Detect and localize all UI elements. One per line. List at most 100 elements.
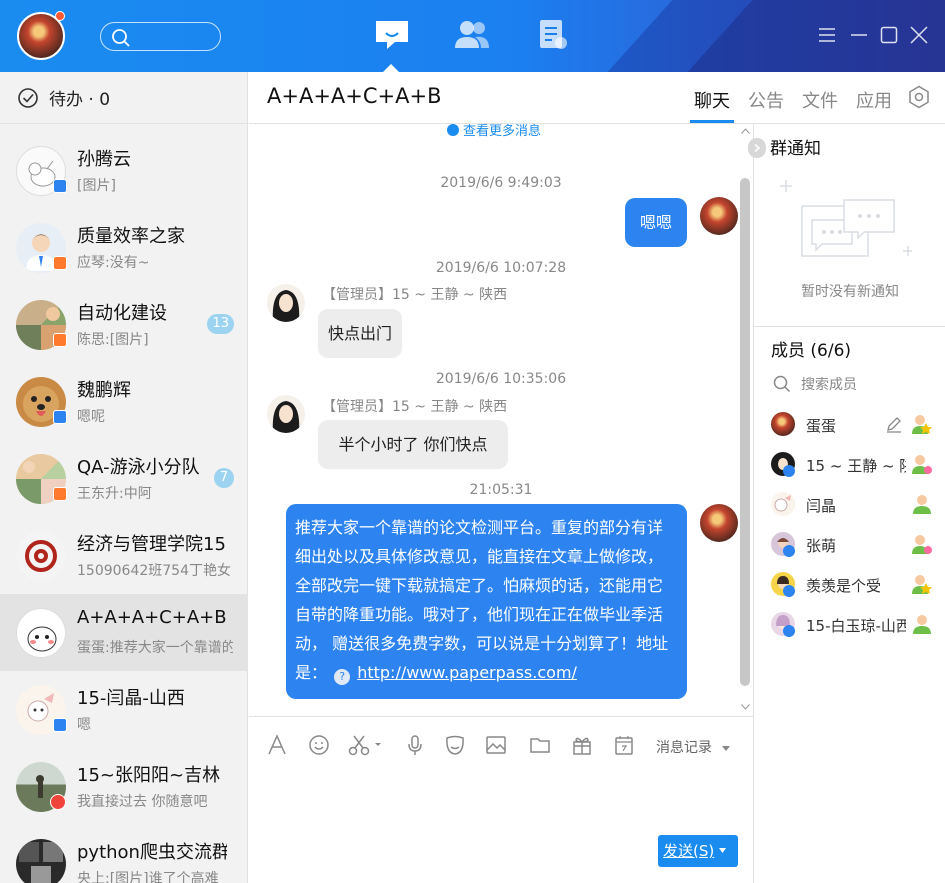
message-bubble: 嗯嗯 [625,198,687,247]
calendar-icon[interactable] [613,734,635,756]
clock-icon [447,124,459,136]
menu-icon[interactable] [816,24,838,46]
chat-header: A+A+A+C+A+B 聊天 公告 文件 应用 [249,72,945,124]
device-icon [783,585,795,597]
title-bar [0,0,945,72]
admin-icon [912,455,932,474]
conversation-name: 魏鹏辉 [77,380,131,401]
message-composer[interactable]: 消息记录 发送(S) [249,716,753,883]
conversation-item[interactable]: 15-闫晶-山西 嗯 [0,671,248,748]
message-list: 查看更多消息 2019/6/6 9:49:03 嗯嗯 2019/6/6 10:0… [249,124,753,716]
conversation-item[interactable]: 经济与管理学院15 15090642班754丁艳女 [0,517,248,594]
notice-title: 群通知 [770,139,821,159]
voice-icon[interactable] [404,734,426,756]
do-not-disturb-icon [50,794,66,810]
search-input[interactable] [100,22,221,51]
member-item[interactable]: 蛋蛋 [771,409,941,439]
my-avatar[interactable] [700,504,738,542]
chevron-down-icon[interactable] [719,848,726,853]
conversation-item[interactable]: QA-游泳小分队 王东升:中阿 7 [0,440,248,517]
conversation-preview: 王东升:中阿 [77,486,152,502]
message-history-button[interactable]: 消息记录 [656,737,730,757]
empty-notice-text: 暂时没有新通知 [801,284,899,300]
scroll-down-icon[interactable] [741,704,750,710]
member-item[interactable]: 闫晶 [771,489,941,519]
members-title: 成员 (6/6) [771,341,852,361]
chevron-right-icon [754,144,761,152]
member-item[interactable]: 张萌 [771,529,941,559]
todo-label: 待办 · 0 [49,90,111,110]
conversation-item[interactable]: 自动化建设 陈思:[图片] 13 [0,286,248,363]
conversation-preview: 我直接过去 你随意吧 [77,794,208,810]
empty-notice-illustration [780,180,912,257]
send-button[interactable]: 发送(S) [658,835,738,867]
message-link[interactable]: http://www.paperpass.com/ [357,663,577,682]
notes-icon[interactable] [536,18,570,52]
status-badge [55,11,65,21]
avatar [16,531,66,581]
member-search-placeholder: 搜索成员 [801,377,857,393]
member-name: 羡羡是个受 [806,577,882,595]
todo-bar[interactable]: 待办 · 0 [0,72,247,124]
scrollbar-thumb[interactable] [740,178,750,686]
timestamp: 2019/6/6 10:07:28 [435,260,567,276]
member-avatar[interactable] [267,395,305,433]
tab-announcement[interactable]: 公告 [748,87,784,113]
conversation-item[interactable]: 15~张阳阳~吉林 我直接过去 你随意吧 [0,748,248,825]
sender-name: 【管理员】15 ~ 王静 ~ 陕西 [322,287,508,303]
member-item[interactable]: 羡羡是个受 [771,569,941,599]
folder-icon[interactable] [529,734,551,756]
maximize-icon[interactable] [878,24,900,46]
scroll-up-icon[interactable] [741,128,750,134]
conversation-item[interactable]: 魏鹏辉 嗯呢 [0,363,248,440]
font-icon[interactable] [266,734,288,756]
conversation-name: 自动化建设 [77,303,167,324]
conversation-preview: 陈思:[图片] [77,332,149,348]
device-icon [53,410,67,424]
member-item[interactable]: 15-白玉琼-山西 [771,609,941,639]
search-icon [773,375,791,393]
screenshot-icon[interactable] [348,734,384,756]
tab-chat[interactable]: 聊天 [694,87,730,113]
message-text: 推荐大家一个靠谱的论文检测平台。重复的部分有详细出处以及具体修改意见，能直接在文… [295,518,669,682]
contacts-icon[interactable] [453,18,491,52]
member-name: 15-白玉琼-山西 [806,617,906,635]
tab-files[interactable]: 文件 [802,87,838,113]
member-name: 闫晶 [806,497,837,515]
conversation-name: 15-闫晶-山西 [77,688,185,709]
edit-icon[interactable] [885,415,903,433]
member-icon [913,495,931,514]
conversation-item[interactable]: python爬虫交流群 央上:[图片]谁了个高难 [0,825,248,883]
check-circle-icon [18,87,38,108]
minimize-icon[interactable] [848,24,870,46]
device-icon [783,625,795,637]
emoji-icon[interactable] [308,734,330,756]
close-icon[interactable] [908,24,930,46]
member-avatar[interactable] [267,284,305,322]
sticker-icon[interactable] [444,734,466,756]
member-item[interactable]: 15 ~ 王静 ~ 陕西 [771,449,941,479]
conversation-preview: 嗯 [77,717,91,733]
owner-icon [912,415,932,434]
conversation-preview: 蛋蛋:推荐大家一个靠谱的 [77,640,233,656]
collapse-panel-button[interactable] [748,138,766,158]
chat-bubble-icon[interactable] [373,18,411,52]
send-label: 发送(S) [663,842,715,860]
device-icon [53,256,67,270]
member-name: 15 ~ 王静 ~ 陕西 [806,457,906,475]
chat-title: A+A+A+C+A+B [267,84,442,108]
member-avatar [771,412,795,436]
tab-apps[interactable]: 应用 [856,87,892,113]
gift-icon[interactable] [571,734,593,756]
image-icon[interactable] [485,734,507,756]
conversation-preview: 应琴:没有~ [77,255,150,271]
my-avatar[interactable] [700,197,738,235]
settings-icon[interactable] [907,85,931,109]
conversation-item[interactable]: 孙腾云 [图片] [0,132,248,209]
load-more-link[interactable]: 查看更多消息 [447,124,541,139]
conversation-item[interactable]: 质量效率之家 应琴:没有~ [0,209,248,286]
help-icon: ? [334,669,351,685]
conversation-item[interactable]: A+A+A+C+A+B 蛋蛋:推荐大家一个靠谱的 [0,594,248,671]
member-search-input[interactable]: 搜索成员 [773,374,857,394]
conversation-name: 15~张阳阳~吉林 [77,765,221,786]
